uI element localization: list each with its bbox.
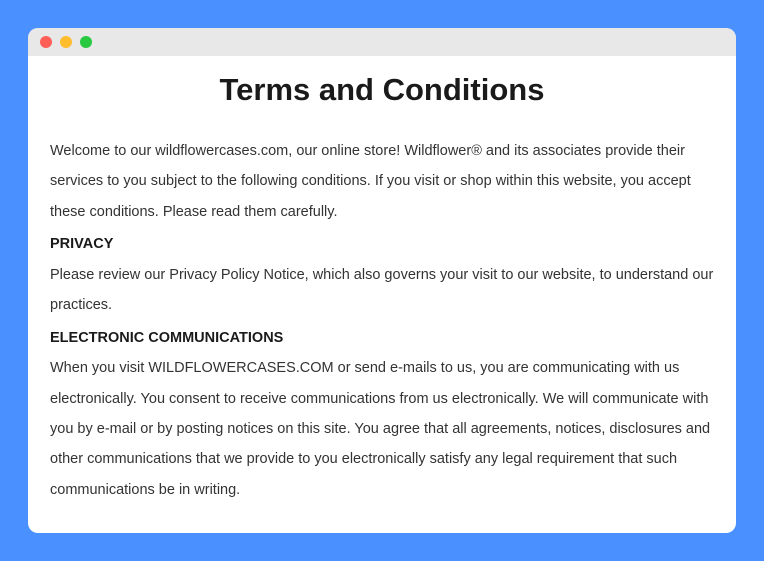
- page-title: Terms and Conditions: [50, 72, 714, 108]
- section-body-privacy: Please review our Privacy Policy Notice,…: [50, 260, 714, 321]
- section-body-electronic: When you visit WILDFLOWERCASES.COM or se…: [50, 353, 714, 505]
- intro-paragraph: Welcome to our wildflowercases.com, our …: [50, 136, 714, 227]
- close-icon[interactable]: [40, 36, 52, 48]
- minimize-icon[interactable]: [60, 36, 72, 48]
- maximize-icon[interactable]: [80, 36, 92, 48]
- window-titlebar: [28, 28, 736, 56]
- document-content: Terms and Conditions Welcome to our wild…: [28, 56, 736, 533]
- section-heading-electronic: ELECTRONIC COMMUNICATIONS: [50, 323, 714, 353]
- section-heading-privacy: PRIVACY: [50, 229, 714, 259]
- browser-window: Terms and Conditions Welcome to our wild…: [28, 28, 736, 533]
